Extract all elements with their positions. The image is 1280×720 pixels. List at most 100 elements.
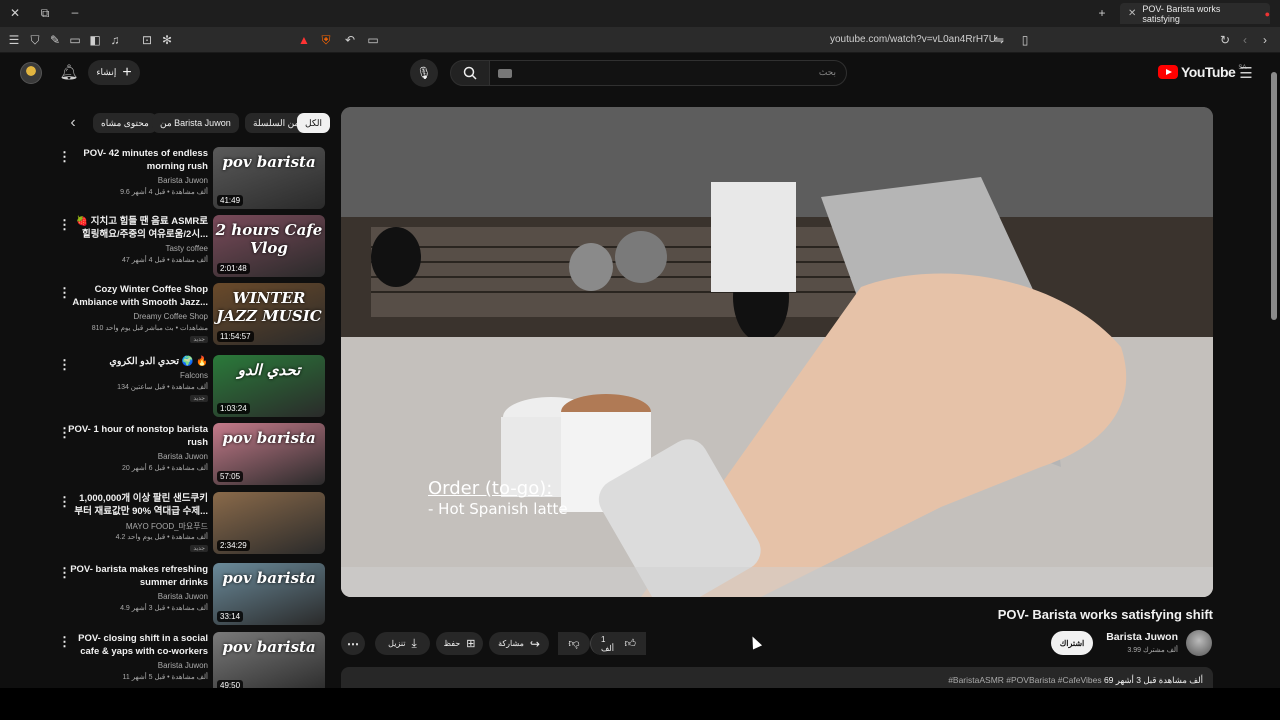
video-frame [341, 107, 1213, 597]
microphone-icon: 🎙︎ [416, 66, 432, 80]
minimize-icon[interactable]: – [67, 4, 83, 20]
related-video-item[interactable]: ⋮ تحدي الدو الكروي 🌍 🔥 Falcons 134 ألف مشاه… [56, 355, 328, 419]
channel-avatar[interactable] [1186, 630, 1212, 656]
chip-all[interactable]: الكل [297, 113, 331, 133]
video-overlay-order: Order (to-go): [428, 478, 553, 499]
dislike-button[interactable]: 👎︎ [558, 632, 590, 655]
chip-watched[interactable]: محتوى مشاه [93, 113, 157, 133]
thumbnail-text: pov barista [222, 638, 316, 656]
create-button[interactable]: إنشاء + [88, 60, 140, 85]
channel-name[interactable]: Barista Juwon [1106, 631, 1178, 643]
related-video-channel[interactable]: MAYO FOOD_마요푸드 [68, 521, 208, 532]
related-video-title: 1,000,000개 이상 팔린 샌드쿠키 부터 재료값만 90% 역대급 수제… [74, 493, 208, 517]
guide-menu-icon[interactable]: ☰ [1238, 65, 1254, 82]
tab-close-icon[interactable]: ✕ [1128, 8, 1136, 19]
menu-icon[interactable]: ☰ [6, 32, 22, 48]
close-icon[interactable]: ✕ [7, 5, 23, 21]
related-video-item[interactable]: ⋮ 1,000,000개 이상 팔린 샌드쿠키 부터 재료값만 90% 역대급 수… [56, 492, 328, 556]
search-input[interactable]: بحث [489, 60, 847, 86]
like-count: 1 ألف [601, 634, 614, 653]
description-tags[interactable]: #BaristaASMR #POVBarista #CafeVibes [948, 675, 1101, 685]
like-button[interactable]: 1 ألف 👍︎ [590, 632, 646, 655]
related-video-thumbnail[interactable]: pov barista 41:49 [213, 147, 325, 209]
download-icon: ⤓ [411, 636, 417, 650]
related-video-thumbnail[interactable]: pov barista 57:05 [213, 423, 325, 485]
browser-tab[interactable]: ✕ POV- Barista works satisfying ● [1120, 3, 1270, 24]
video-duration: 11:54:57 [217, 331, 254, 342]
new-tab-icon[interactable]: + [1094, 5, 1110, 21]
related-video-thumbnail[interactable]: pov barista 33:14 [213, 563, 325, 625]
back-icon[interactable]: ‹ [1237, 32, 1253, 48]
brave-rewards-icon[interactable]: ▲ [296, 32, 312, 48]
chips-prev-icon[interactable]: ‹ [65, 114, 81, 131]
search-button[interactable] [450, 60, 490, 86]
tabs-icon[interactable]: ▭ [67, 32, 83, 48]
extensions-icon[interactable]: ✻ [159, 32, 175, 48]
download-button[interactable]: تنزيل ⤓ [375, 632, 430, 655]
chip-from-channel[interactable]: من Barista Juwon [152, 113, 239, 133]
subscriber-count: 3.99 ألف مشترك [1127, 647, 1178, 654]
save-label: حفظ [443, 639, 461, 648]
related-video-thumbnail[interactable]: تحدي الدو 1:03:24 [213, 355, 325, 417]
scrollbar-thumb[interactable] [1271, 72, 1277, 320]
video-title: POV- Barista works satisfying shift [997, 607, 1213, 622]
restore-icon[interactable]: ⧉ [37, 5, 53, 21]
related-video-item[interactable]: ⋮ POV- barista makes refreshing summer dr… [56, 563, 328, 627]
cast-icon[interactable]: ▭ [365, 32, 381, 48]
subscribe-button[interactable]: اشتراك [1051, 631, 1093, 655]
related-video-title: POV- 1 hour of nonstop barista rush [68, 424, 208, 448]
related-video-channel[interactable]: Barista Juwon [68, 176, 208, 185]
thumbnail-text: 2 hours Cafe Vlog [215, 221, 323, 257]
more-icon: ⋯ [347, 636, 359, 651]
related-video-channel[interactable]: Barista Juwon [68, 661, 208, 670]
bookmark-icon[interactable]: ▯ [1017, 32, 1033, 48]
undo-icon[interactable]: ↶ [342, 32, 358, 48]
keyboard-icon[interactable] [498, 69, 512, 78]
reload-icon[interactable]: ↻ [1217, 32, 1233, 48]
related-video-item[interactable]: ⋮ POV- 1 hour of nonstop barista rush Bari… [56, 423, 328, 487]
screenshot-icon[interactable]: ⊡ [139, 32, 155, 48]
sidebar-icon[interactable]: ◧ [87, 32, 103, 48]
related-video-thumbnail[interactable]: pov barista 49:50 [213, 632, 325, 694]
video-player[interactable] [341, 107, 1213, 597]
related-video-item[interactable]: ⋮ 🍓 지치고 힘들 땐 음료 ASMR로 힐링해요/주중의 여유로움/2시...… [56, 215, 328, 279]
brave-shield-icon[interactable]: ⛨ [318, 32, 334, 48]
related-video-channel[interactable]: Barista Juwon [68, 452, 208, 461]
related-video-item[interactable]: ⋮ POV- closing shift in a social cafe & y… [56, 632, 328, 696]
video-duration: 2:01:48 [217, 263, 250, 274]
bottom-bar [0, 688, 1280, 720]
share-button[interactable]: مشاركة ↪ [489, 632, 549, 655]
related-video-channel[interactable]: Tasty coffee [68, 244, 208, 253]
related-video-meta: 47 ألف مشاهدة • قبل 4 أشهر [122, 257, 208, 264]
related-video-channel[interactable]: Barista Juwon [68, 592, 208, 601]
related-video-thumbnail[interactable]: 2:34:29 [213, 492, 325, 554]
related-video-thumbnail[interactable]: 2 hours Cafe Vlog 2:01:48 [213, 215, 325, 277]
thumbnail-text: pov barista [222, 429, 316, 447]
save-button[interactable]: حفظ ⊞ [436, 632, 483, 655]
notifications-icon[interactable]: 🔔︎ [59, 64, 78, 81]
related-video-channel[interactable]: Dreamy Coffee Shop [68, 312, 208, 321]
tab-audio-icon: ● [1264, 8, 1270, 19]
forward-icon[interactable]: › [1257, 32, 1273, 48]
related-video-channel[interactable]: Falcons [68, 371, 208, 380]
related-video-meta: 11 ألف مشاهدة • قبل 5 أشهر [122, 674, 208, 681]
related-video-title: تحدي الدو الكروي 🌍 🔥 [109, 356, 208, 367]
pen-icon[interactable]: ✎ [47, 32, 63, 48]
account-avatar[interactable] [20, 62, 42, 84]
address-bar[interactable]: youtube.com/watch?v=vL0an4RrH7U [830, 34, 996, 45]
related-video-meta: 4.2 ألف مشاهدة • قبل يوم واحد [115, 534, 208, 541]
related-video-item[interactable]: ⋮ POV- 42 minutes of endless morning rush… [56, 147, 328, 211]
related-video-title: POV- closing shift in a social cafe & ya… [78, 633, 208, 657]
share-label: مشاركة [498, 639, 524, 648]
shield-icon[interactable]: ⛉ [27, 32, 43, 48]
music-icon[interactable]: ♫ [107, 32, 123, 48]
related-video-item[interactable]: ⋮ Cozy Winter Coffee Shop Ambiance with S… [56, 283, 328, 347]
related-video-title: POV- barista makes refreshing summer dri… [70, 564, 208, 588]
related-video-thumbnail[interactable]: WINTER JAZZ MUSIC 11:54:57 [213, 283, 325, 345]
browser-toolbar: ☰ ⛉ ✎ ▭ ◧ ♫ ⊡ ✻ ▲ ⛨ ↶ ▭ ⇋ ▯ ↻ ‹ › [0, 27, 1280, 53]
voice-search-button[interactable]: 🎙︎ [410, 59, 438, 87]
related-video-meta: 4.9 ألف مشاهدة • قبل 3 أشهر [120, 605, 208, 612]
more-actions-button[interactable]: ⋯ [341, 632, 365, 655]
youtube-play-icon [1158, 65, 1178, 79]
youtube-logo[interactable]: YouTube SA [1158, 64, 1246, 80]
